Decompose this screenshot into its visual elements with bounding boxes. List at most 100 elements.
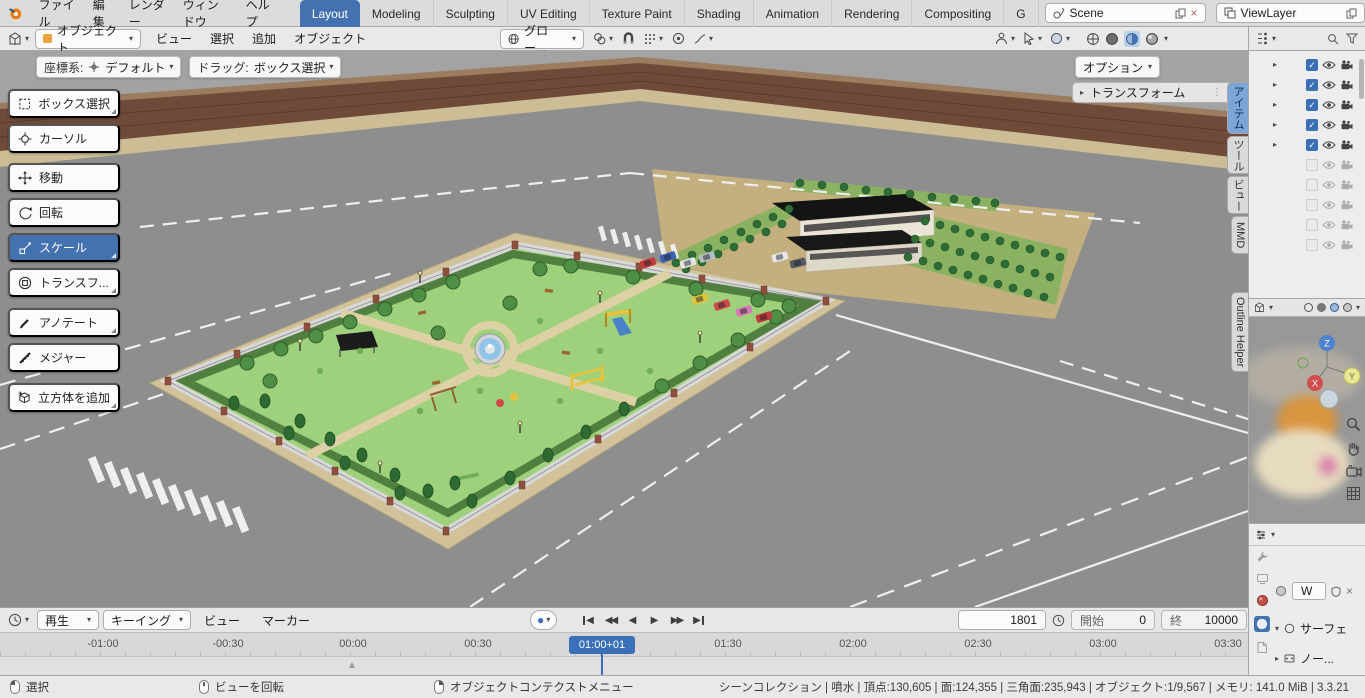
- camera-visibility-icon[interactable]: [1340, 220, 1353, 230]
- active-properties-tab[interactable]: [1254, 616, 1270, 632]
- panel-grip-icon[interactable]: ⋮: [1212, 87, 1222, 98]
- workspace-tab-compositing[interactable]: Compositing: [912, 0, 1005, 27]
- camera-visibility-icon[interactable]: [1340, 180, 1353, 190]
- search-icon[interactable]: [1327, 33, 1339, 45]
- sidebar-tab-view[interactable]: ビュー: [1227, 176, 1248, 214]
- secondary-viewport[interactable]: ▾ ▾ Z X Y: [1249, 299, 1365, 524]
- viewport-scene[interactable]: [0, 51, 1248, 607]
- menu-viewport-object[interactable]: オブジェクト: [285, 27, 375, 50]
- eye-icon[interactable]: [1322, 180, 1336, 190]
- shading-wireframe-icon[interactable]: [1086, 32, 1100, 46]
- tool-move[interactable]: 移動: [8, 163, 120, 192]
- editor-type-button[interactable]: ▾: [8, 31, 29, 46]
- sidebar-tab-item[interactable]: アイテム: [1227, 82, 1248, 134]
- mode-selector[interactable]: オブジェクト ▾: [35, 24, 142, 55]
- shading-wireframe-icon[interactable]: [1303, 303, 1313, 312]
- shading-solid-icon[interactable]: [1316, 303, 1326, 312]
- workspace-tab-texture-paint[interactable]: Texture Paint: [590, 0, 685, 27]
- tool-annotate[interactable]: アノテート: [8, 308, 120, 337]
- tool-tab-icon[interactable]: [1256, 550, 1269, 563]
- frame-start-field[interactable]: 開始 0: [1071, 610, 1155, 630]
- tool-scale[interactable]: スケール: [8, 233, 120, 262]
- tool-cursor[interactable]: カーソル: [8, 124, 120, 153]
- camera-visibility-icon[interactable]: [1340, 240, 1353, 250]
- axis-y-negative[interactable]: [1297, 357, 1309, 369]
- viewlayer-selector[interactable]: ViewLayer: [1215, 3, 1365, 23]
- shading-solid-icon[interactable]: [1105, 32, 1119, 46]
- checkbox-icon[interactable]: ✓: [1306, 99, 1318, 111]
- menu-timeline-marker[interactable]: マーカー: [253, 608, 319, 632]
- playback-dropdown[interactable]: 再生 ▾: [37, 610, 100, 630]
- timeline-ruler[interactable]: -01:00 -00:30 00:00 00:30 01:30 02:00 02…: [0, 632, 1248, 656]
- surface-panel-header[interactable]: ▾ サーフェ: [1275, 620, 1347, 637]
- checkbox-icon[interactable]: ✓: [1306, 59, 1318, 71]
- sidebar-tab-tool[interactable]: ツール: [1227, 136, 1248, 174]
- navigation-gizmo[interactable]: Z X Y: [1295, 333, 1365, 417]
- play-reverse-button[interactable]: ◀: [622, 611, 643, 629]
- material-name[interactable]: W: [1292, 582, 1326, 600]
- secondary-viewport-canvas[interactable]: Z X Y: [1249, 317, 1365, 523]
- viewport-editor-icon[interactable]: [1254, 302, 1265, 313]
- render-tab-icon[interactable]: [1256, 572, 1269, 585]
- outliner-row[interactable]: ▸ ✓: [1249, 55, 1365, 75]
- outliner-editor-button[interactable]: ▾: [1256, 32, 1276, 45]
- outliner-row[interactable]: [1249, 175, 1365, 195]
- viewport-3d[interactable]: 座標系: デフォルト ▾ ドラッグ: ボックス選択 ▾ オプション ▾ ▸ トランスフ…: [0, 51, 1248, 607]
- timeline-editor-button[interactable]: ▾: [8, 613, 29, 627]
- zoom-icon[interactable]: [1346, 417, 1361, 432]
- checkbox-icon[interactable]: ✓: [1306, 119, 1318, 131]
- orientation-selector[interactable]: グロー... ▾: [500, 24, 584, 55]
- ortho-grid-icon[interactable]: [1346, 486, 1361, 501]
- menu-viewport-select[interactable]: 選択: [201, 27, 243, 50]
- checkbox-icon[interactable]: ✓: [1306, 79, 1318, 91]
- eye-icon[interactable]: [1322, 120, 1336, 130]
- menu-help[interactable]: ヘルプ: [237, 0, 282, 29]
- checkbox-icon[interactable]: [1306, 219, 1318, 231]
- timeline-tracks[interactable]: ▲: [0, 656, 1248, 676]
- jump-start-button[interactable]: ◀: [578, 611, 599, 629]
- menu-viewport-view[interactable]: ビュー: [147, 27, 201, 50]
- workspace-tab-geometry-nodes[interactable]: G: [1004, 0, 1039, 27]
- coord-system-select[interactable]: デフォルト ▾: [105, 59, 173, 76]
- outliner-scrollbar[interactable]: [1359, 59, 1364, 99]
- frame-end-field[interactable]: 終 10000: [1161, 610, 1247, 630]
- timeline-marker-icon[interactable]: ▲: [347, 660, 357, 671]
- properties-editor-icon[interactable]: [1255, 529, 1267, 541]
- viewport-options-dropdown[interactable]: オプション ▾: [1074, 56, 1160, 78]
- sidebar-tab-mmd[interactable]: MMD: [1231, 216, 1248, 254]
- eye-icon[interactable]: [1322, 80, 1336, 90]
- sidebar-tab-outline-helper[interactable]: Outline Helper: [1231, 292, 1248, 372]
- tool-rotate[interactable]: 回転: [8, 198, 120, 227]
- unlink-material-icon[interactable]: ×: [1346, 584, 1353, 598]
- camera-view-icon[interactable]: [1346, 465, 1362, 477]
- pan-hand-icon[interactable]: [1346, 441, 1361, 456]
- eye-icon[interactable]: [1322, 140, 1336, 150]
- outliner-row[interactable]: ▸ ✓: [1249, 115, 1365, 135]
- checkbox-icon[interactable]: [1306, 239, 1318, 251]
- keying-dropdown[interactable]: キーイング ▾: [103, 610, 192, 630]
- shading-rendered-icon[interactable]: [1145, 32, 1159, 46]
- camera-visibility-icon[interactable]: [1340, 120, 1353, 130]
- outliner-row[interactable]: ▸ ✓: [1249, 75, 1365, 95]
- outliner-row[interactable]: [1249, 155, 1365, 175]
- transform-panel-header[interactable]: ▸ トランスフォーム ⋮: [1072, 82, 1230, 103]
- proportional-falloff-button[interactable]: ▾: [694, 33, 713, 45]
- shading-rendered-icon[interactable]: [1342, 303, 1352, 312]
- workspace-tab-rendering[interactable]: Rendering: [832, 0, 913, 27]
- filter-funnel-icon[interactable]: [1346, 33, 1358, 44]
- tool-add-cube[interactable]: 立方体を追加: [8, 383, 120, 412]
- jump-end-button[interactable]: ▶: [688, 611, 709, 629]
- shading-material-icon[interactable]: [1329, 303, 1339, 312]
- checkbox-icon[interactable]: [1306, 159, 1318, 171]
- tool-transform[interactable]: トランスフ...: [8, 268, 120, 297]
- axis-z-negative[interactable]: [1319, 389, 1339, 409]
- eye-icon[interactable]: [1322, 100, 1336, 110]
- snap-settings-button[interactable]: ▾: [644, 33, 663, 45]
- drag-mode-select[interactable]: ボックス選択 ▾: [254, 59, 334, 76]
- eye-icon[interactable]: [1322, 200, 1336, 210]
- tool-measure[interactable]: メジャー: [8, 343, 120, 372]
- play-button[interactable]: ▶: [644, 611, 665, 629]
- selectability-button[interactable]: ▾: [1023, 32, 1042, 45]
- snap-magnet-icon[interactable]: [622, 32, 635, 45]
- outliner-row[interactable]: [1249, 235, 1365, 255]
